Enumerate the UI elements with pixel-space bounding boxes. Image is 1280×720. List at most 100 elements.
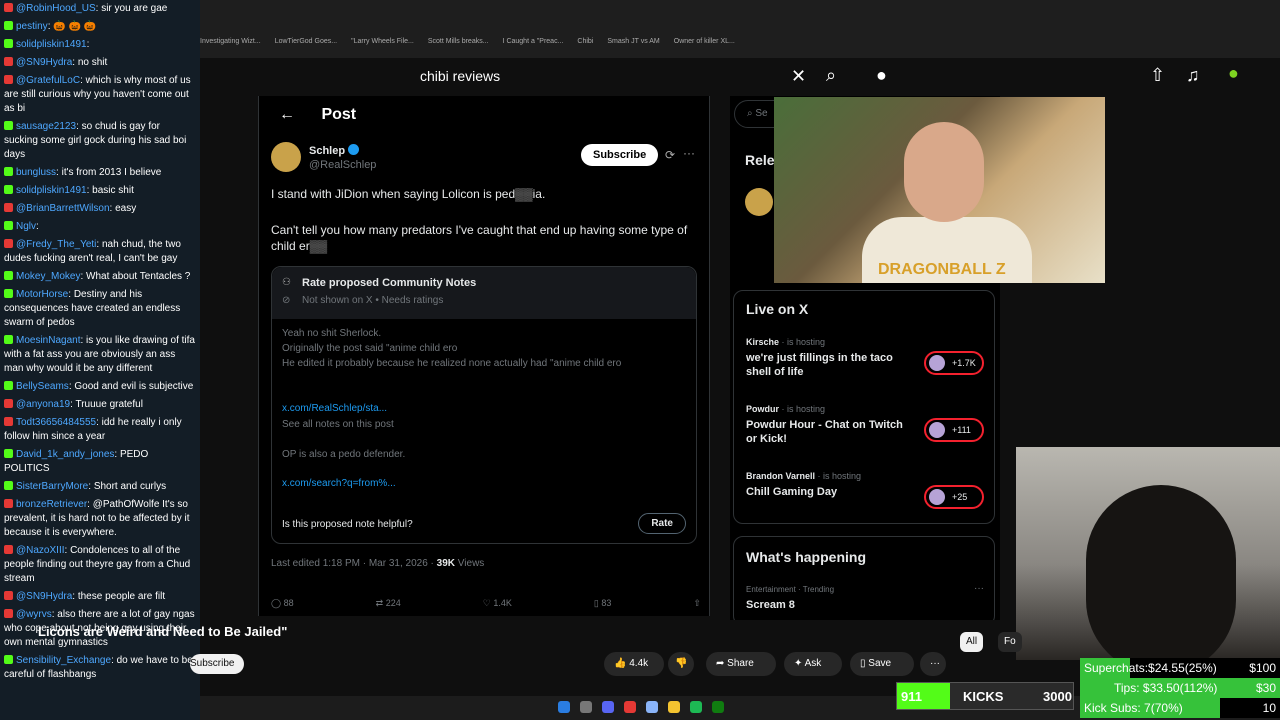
live-space-title[interactable]: we're just fillings in the taco shell of… [746, 351, 916, 379]
spotify-icon[interactable] [690, 701, 702, 713]
xbox-icon[interactable] [712, 701, 724, 713]
chat-username[interactable]: sausage2123 [16, 121, 76, 132]
youtube-icon [4, 609, 13, 618]
clear-search-icon[interactable]: ✕ [791, 66, 806, 87]
chat-username[interactable]: Mokey_Mokey [16, 271, 80, 282]
more-icon[interactable]: ··· [683, 146, 695, 160]
back-arrow-icon[interactable]: ← [279, 106, 295, 123]
chat-username[interactable]: Todt36656484555 [16, 417, 96, 428]
live-space-title[interactable]: Powdur Hour - Chat on Twitch or Kick! [746, 418, 916, 446]
dislike-button[interactable]: 👎 [668, 652, 694, 676]
bookmark-item[interactable]: Scott Mills breaks... [428, 38, 489, 45]
helpful-question: Is this proposed note helpful? [282, 519, 413, 530]
chat-username[interactable]: @RobinHood_US [16, 3, 96, 14]
bookmark-item[interactable]: Owner of killer XL... [674, 38, 735, 45]
subscribe-button[interactable]: Subscribe [581, 144, 659, 166]
relevant-avatar[interactable] [745, 188, 773, 216]
bookmark-item[interactable]: "Larry Wheels File... [351, 38, 414, 45]
chat-username[interactable]: David_1k_andy_jones [16, 449, 114, 460]
bookmark-item[interactable]: Smash JT vs AM [607, 38, 659, 45]
chat-username[interactable]: @NazoXIII [16, 545, 65, 556]
chat-username[interactable]: bronzeRetriever [16, 499, 87, 510]
note-link-1[interactable]: x.com/RealSchlep/sta... [282, 403, 387, 414]
chrome-icon[interactable] [646, 701, 658, 713]
author-handle[interactable]: @RealSchlep [309, 159, 376, 171]
discord-icon[interactable] [602, 701, 614, 713]
notes-title: Rate proposed Community Notes [302, 277, 477, 289]
kick-subs-label: Kick Subs: [1084, 701, 1141, 715]
yt-subscribe-button[interactable]: Subscribe [190, 654, 244, 674]
ask-button[interactable]: ✦ Ask [784, 652, 842, 676]
share-button[interactable]: ➦ Share [706, 652, 776, 676]
live-host-line[interactable]: Powdur · is hosting [746, 404, 825, 414]
chat-username[interactable]: BellySeams [16, 381, 69, 392]
blur-2: ▓▓ [309, 239, 328, 253]
rate-button[interactable]: Rate [638, 513, 686, 534]
see-all-notes-link[interactable]: See all notes on this post [282, 418, 682, 432]
search-input[interactable]: chibi reviews [420, 68, 500, 84]
trend-item[interactable]: Scream 8 [746, 599, 795, 611]
chat-username[interactable]: solidpliskin1491 [16, 39, 87, 50]
chat-username[interactable]: solidpliskin1491 [16, 185, 87, 196]
chat-username[interactable]: @BrianBarrettWilson [16, 203, 110, 214]
chat-username[interactable]: @Fredy_The_Yeti [16, 239, 96, 250]
bookmark-item[interactable]: Chibi [577, 38, 593, 45]
live-host-line[interactable]: Brandon Varnell · is hosting [746, 471, 861, 481]
live-host-line[interactable]: Kirsche · is hosting [746, 337, 825, 347]
youtube-icon [4, 57, 13, 66]
more-icon[interactable]: ··· [974, 583, 984, 594]
author-avatar[interactable] [271, 142, 301, 172]
repost-button[interactable]: ⇄ 224 [376, 598, 401, 609]
folder-icon[interactable] [668, 701, 680, 713]
chat-message: @RobinHood_US: sir you are gae [0, 0, 200, 18]
chat-username[interactable]: MoesinNagant [16, 335, 80, 346]
live-space-title[interactable]: Chill Gaming Day [746, 485, 916, 499]
like-button[interactable]: ♡ 1.4K [483, 598, 512, 609]
author-name[interactable]: Schlep [309, 144, 360, 157]
listener-count-pill[interactable]: +1.7K [924, 351, 984, 375]
upload-icon[interactable]: ⇧ [1150, 65, 1165, 86]
chat-username[interactable]: pestiny [16, 21, 48, 32]
bookmark-item[interactable]: Investigating Wizt... [200, 38, 261, 45]
obs-icon[interactable] [624, 701, 636, 713]
more-actions-button[interactable]: ··· [920, 652, 946, 676]
bookmark-item[interactable]: LowTierGod Goes... [275, 38, 337, 45]
listener-count-pill[interactable]: +25 [924, 485, 984, 509]
chip-all[interactable]: All [960, 632, 984, 652]
post-timestamp: Last edited 1:18 PM · Mar 31, 2026 · [271, 558, 437, 569]
chat-username[interactable]: Sensibility_Exchange [16, 655, 111, 666]
bookmark-item[interactable]: I Caught a "Preac... [503, 38, 564, 45]
chat-username[interactable]: bungluss [16, 167, 56, 178]
chat-username[interactable]: SisterBarryMore [16, 481, 88, 492]
microphone-icon[interactable]: ● [876, 65, 887, 86]
listener-avatar [929, 422, 945, 438]
streamer-face [904, 122, 984, 222]
listener-count-pill[interactable]: +111 [924, 418, 984, 442]
chat-username[interactable]: Nglv [16, 221, 36, 232]
save-button[interactable]: ▯ Save [850, 652, 914, 676]
chat-username[interactable]: @GratefulLoC [16, 75, 80, 86]
share-icon[interactable]: ⇧ [693, 598, 701, 609]
post-meta: Last edited 1:18 PM · Mar 31, 2026 · 39K… [271, 558, 484, 569]
reply-button[interactable]: ◯ 88 [271, 598, 294, 609]
bookmarks-bar: Investigating Wizt... LowTierGod Goes... "… [200, 38, 749, 45]
search-icon[interactable]: ⌕ [826, 65, 836, 86]
windows-start-icon[interactable] [558, 701, 570, 713]
chat-username[interactable]: MotorHorse [16, 289, 68, 300]
search-taskbar-icon[interactable] [580, 701, 592, 713]
chat-username[interactable]: @anyona19 [16, 399, 70, 410]
note-link-2[interactable]: x.com/search?q=from%... [282, 478, 396, 489]
shirt-logo-text: DRAGONBALL Z [878, 261, 1006, 278]
chat-username[interactable]: @SN9Hydra [16, 57, 72, 68]
relevant-people-title: Rele [745, 152, 775, 168]
bookmark-button[interactable]: ▯ 83 [594, 598, 611, 609]
grok-icon[interactable]: ⟳ [665, 148, 675, 162]
chat-username[interactable]: @SN9Hydra [16, 591, 72, 602]
tips-goal-text: Tips: $33.50(112%) [1114, 681, 1217, 695]
like-video-button[interactable]: 👍 4.4k [604, 652, 664, 676]
avatar[interactable]: ● [1228, 63, 1239, 84]
chat-username[interactable]: @wyrvs [16, 609, 52, 620]
superchats-target: $100 [1249, 661, 1276, 675]
chip-fo[interactable]: Fo [998, 632, 1022, 652]
bell-icon[interactable]: ♫ [1186, 65, 1200, 86]
